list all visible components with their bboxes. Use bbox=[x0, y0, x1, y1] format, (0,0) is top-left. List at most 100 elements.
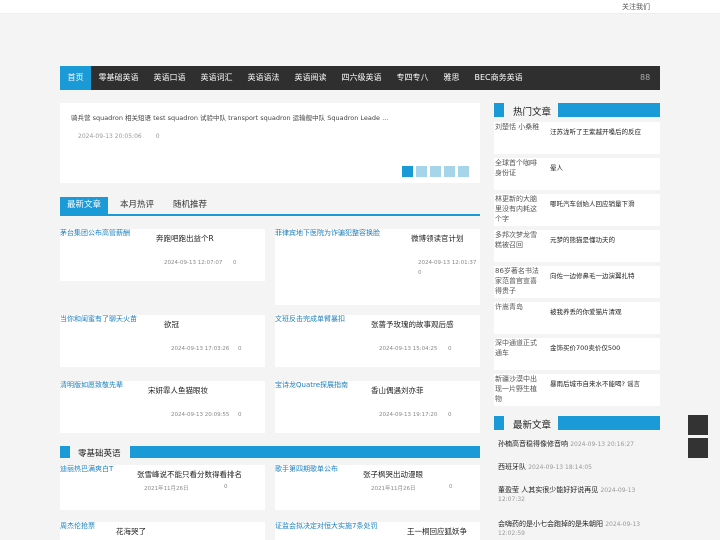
article-thumbnail[interactable]: 菲律宾地下医院为诈骗犯整容换脸 bbox=[275, 229, 407, 238]
article-title[interactable]: 张子枫哭出动漫眼 bbox=[363, 469, 423, 480]
article-thumbnail[interactable]: 茅台集团公布高管薪酬 bbox=[60, 229, 152, 238]
hot-article-item[interactable]: 刘楚恬 小桑稚 汪苏泷听了王紫越开嗓后的反应 bbox=[494, 122, 660, 154]
section-marker bbox=[60, 446, 70, 458]
article-date: 2021年11月26日 bbox=[144, 486, 189, 492]
nav-item-beginner[interactable]: 零基础英语 bbox=[91, 66, 146, 90]
nav-item-grammar[interactable]: 英语语法 bbox=[240, 66, 287, 90]
latest-article-item[interactable]: 董盈莹 人其实很少能好好说再见 2024-09-13 12:07:32 bbox=[498, 486, 664, 504]
hot-article-title[interactable]: 向佐一边修鼻毛一边演翼扎特 bbox=[550, 270, 635, 280]
hot-article-title[interactable]: 哪吒汽车创始人回应销量下滑 bbox=[550, 198, 635, 208]
hot-articles-header: 热门文章 bbox=[494, 103, 660, 118]
hot-article-item[interactable]: 86岁著名书法家范曾官宣喜得贵子 向佐一边修鼻毛一边演翼扎特 bbox=[494, 266, 660, 298]
hot-article-item[interactable]: 全球首个咖啡身份证 晕人 bbox=[494, 158, 660, 190]
article-thumbnail[interactable]: 当你和闺蜜有了聊天火苗 bbox=[60, 315, 152, 324]
article-card[interactable]: 茅台集团公布高管薪酬 奔跑吧跑出益个R 2024-09-13 12:07:07 … bbox=[60, 229, 265, 281]
slider-dot[interactable] bbox=[402, 166, 413, 177]
hot-article-item[interactable]: 深中通道正式通车 金饰买价700卖价仅500 bbox=[494, 338, 660, 370]
nav-item-vocabulary[interactable]: 英语词汇 bbox=[193, 66, 240, 90]
article-title[interactable]: 王一桐回应狐妖争 bbox=[407, 526, 467, 537]
latest-article-item[interactable]: 会嗨药的是小七会跑掉的是朱朝阳 2024-09-13 12:02:59 bbox=[498, 520, 664, 538]
latest-article-title[interactable]: 西班牙队 bbox=[498, 463, 526, 471]
slider-dot[interactable] bbox=[430, 166, 441, 177]
slider-dot[interactable] bbox=[444, 166, 455, 177]
article-card[interactable]: 菲律宾地下医院为诈骗犯整容换脸 微博领读官计划 2024-09-13 12:01… bbox=[275, 229, 480, 305]
slider-text[interactable]: 骑兵营 squadron 相关短语 test squadron 试验中队 tra… bbox=[71, 112, 388, 122]
latest-articles-header: 最新文章 bbox=[494, 416, 660, 431]
article-count: 0 bbox=[238, 346, 242, 352]
article-thumbnail[interactable]: 清明版如愿致敬先辈 bbox=[60, 381, 152, 390]
latest-article-item[interactable]: 西班牙队 2024-09-13 18:14:05 bbox=[498, 463, 664, 472]
hot-article-thumbnail[interactable]: 林更新的大脑里没有内耗这个字 bbox=[495, 194, 541, 224]
hot-article-thumbnail[interactable]: 刘楚恬 小桑稚 bbox=[495, 122, 541, 152]
hot-article-title[interactable]: 被我养丢的你爱猫片清观 bbox=[550, 306, 622, 316]
section-rule bbox=[558, 416, 660, 430]
article-title[interactable]: 微博领读官计划 bbox=[411, 233, 464, 244]
article-thumbnail[interactable]: 宝诗龙Quatre探展指南 bbox=[275, 381, 367, 390]
article-title[interactable]: 张雪峰说不能只看分数得看排名 bbox=[137, 469, 242, 480]
article-date: 2024-09-13 12:07:07 bbox=[164, 260, 223, 266]
article-card[interactable]: 当你和闺蜜有了聊天火苗 欲冠 2024-09-13 17:03:26 0 bbox=[60, 315, 265, 367]
latest-article-title[interactable]: 会嗨药的是小七会跑掉的是朱朝阳 bbox=[498, 520, 603, 528]
article-title[interactable]: 香山偶遇刘亦菲 bbox=[371, 385, 424, 396]
hot-article-title[interactable]: 暴雨后城市自来水不能喝? 谣言 bbox=[550, 378, 640, 388]
nav-item-bec[interactable]: BEC商务英语 bbox=[467, 66, 530, 90]
article-thumbnail[interactable]: 证监会拟决定对恒大实施7条处罚 bbox=[275, 522, 399, 531]
hot-article-title[interactable]: 晕人 bbox=[550, 162, 563, 172]
hot-article-title[interactable]: 元梦的熊猫是懂功夫的 bbox=[550, 234, 615, 244]
hot-article-item[interactable]: 许嵩青岛 被我养丢的你爱猫片清观 bbox=[494, 302, 660, 334]
article-title[interactable]: 张蔷予玫瑰的故事观后感 bbox=[371, 319, 454, 330]
nav-item-ielts[interactable]: 雅思 bbox=[436, 66, 467, 90]
hot-article-thumbnail[interactable]: 86岁著名书法家范曾官宣喜得贵子 bbox=[495, 266, 541, 296]
hot-article-item[interactable]: 林更新的大脑里没有内耗这个字 哪吒汽车创始人回应销量下滑 bbox=[494, 194, 660, 226]
article-card[interactable]: 清明版如愿致敬先辈 宋妍霏人鱼猫眼妆 2024-09-13 20:09:55 0 bbox=[60, 381, 265, 433]
feedback-button[interactable] bbox=[688, 438, 708, 458]
hot-article-title[interactable]: 金饰买价700卖价仅500 bbox=[550, 342, 620, 352]
article-card[interactable]: 周杰伦抢票 花海哭了 bbox=[60, 522, 265, 540]
article-count: 0 bbox=[238, 412, 242, 418]
article-card[interactable]: 文班反击完成单臂暴扣 张蔷予玫瑰的故事观后感 2024-09-13 15:04:… bbox=[275, 315, 480, 367]
tab-monthly-hot[interactable]: 本月热评 bbox=[113, 197, 161, 214]
grid-menu-icon[interactable]: 88 bbox=[640, 73, 650, 83]
latest-article-title[interactable]: 孙楠高音稳得像修音响 bbox=[498, 440, 568, 448]
tab-random[interactable]: 随机推荐 bbox=[166, 197, 214, 214]
follow-us-link[interactable]: 关注我们 bbox=[622, 2, 650, 12]
article-title[interactable]: 宋妍霏人鱼猫眼妆 bbox=[148, 385, 208, 396]
latest-article-date: 2024-09-13 18:14:05 bbox=[528, 464, 592, 471]
section-title[interactable]: 零基础英语 bbox=[78, 447, 121, 459]
scroll-top-button[interactable] bbox=[688, 415, 708, 435]
article-thumbnail[interactable]: 周杰伦抢票 bbox=[60, 522, 110, 531]
hot-article-thumbnail[interactable]: 全球首个咖啡身份证 bbox=[495, 158, 541, 188]
hot-article-thumbnail[interactable]: 许嵩青岛 bbox=[495, 302, 541, 332]
article-thumbnail[interactable]: 文班反击完成单臂暴扣 bbox=[275, 315, 367, 324]
slider-dot[interactable] bbox=[416, 166, 427, 177]
article-card[interactable]: 歌手第四期歌单公布 张子枫哭出动漫眼 2021年11月26日 0 bbox=[275, 465, 480, 510]
slider-meta: 2024-09-13 20:05:06 0 bbox=[78, 133, 160, 140]
latest-article-item[interactable]: 孙楠高音稳得像修音响 2024-09-13 20:16:27 bbox=[498, 440, 664, 449]
latest-article-title[interactable]: 董盈莹 人其实很少能好好说再见 bbox=[498, 486, 598, 494]
hot-articles-title: 热门文章 bbox=[513, 107, 552, 118]
article-thumbnail[interactable]: 迪丽热巴满爽白T bbox=[60, 465, 130, 474]
article-title[interactable]: 奔跑吧跑出益个R bbox=[156, 233, 214, 244]
hot-article-thumbnail[interactable]: 多邦次梦龙雪糕被召回 bbox=[495, 230, 541, 260]
hot-article-thumbnail[interactable]: 深中通道正式通车 bbox=[495, 338, 541, 368]
tab-latest[interactable]: 最新文章 bbox=[60, 197, 109, 214]
slider-dot[interactable] bbox=[458, 166, 469, 177]
nav-item-tem[interactable]: 专四专八 bbox=[389, 66, 436, 90]
article-card[interactable]: 迪丽热巴满爽白T 张雪峰说不能只看分数得看排名 2021年11月26日 0 bbox=[60, 465, 265, 510]
article-count: 0 bbox=[449, 484, 453, 490]
nav-item-reading[interactable]: 英语阅读 bbox=[287, 66, 334, 90]
hot-article-item[interactable]: 多邦次梦龙雪糕被召回 元梦的熊猫是懂功夫的 bbox=[494, 230, 660, 262]
nav-item-speaking[interactable]: 英语口语 bbox=[146, 66, 193, 90]
section-marker bbox=[494, 103, 504, 117]
nav-item-home[interactable]: 首页 bbox=[60, 66, 91, 90]
article-card[interactable]: 证监会拟决定对恒大实施7条处罚 王一桐回应狐妖争 bbox=[275, 522, 480, 540]
article-title[interactable]: 花海哭了 bbox=[116, 526, 146, 537]
hot-article-item[interactable]: 新疆沙漠中出现一片野生植物 暴雨后城市自来水不能喝? 谣言 bbox=[494, 374, 660, 406]
nav-item-cet[interactable]: 四六级英语 bbox=[334, 66, 389, 90]
hot-article-thumbnail[interactable]: 新疆沙漠中出现一片野生植物 bbox=[495, 374, 541, 404]
article-title[interactable]: 欲冠 bbox=[164, 319, 179, 330]
article-card[interactable]: 宝诗龙Quatre探展指南 香山偶遇刘亦菲 2024-09-13 19:17:2… bbox=[275, 381, 480, 433]
featured-slider: 骑兵营 squadron 相关短语 test squadron 试验中队 tra… bbox=[60, 103, 480, 183]
hot-article-title[interactable]: 汪苏泷听了王紫越开嗓后的反应 bbox=[550, 126, 641, 136]
article-thumbnail[interactable]: 歌手第四期歌单公布 bbox=[275, 465, 357, 474]
